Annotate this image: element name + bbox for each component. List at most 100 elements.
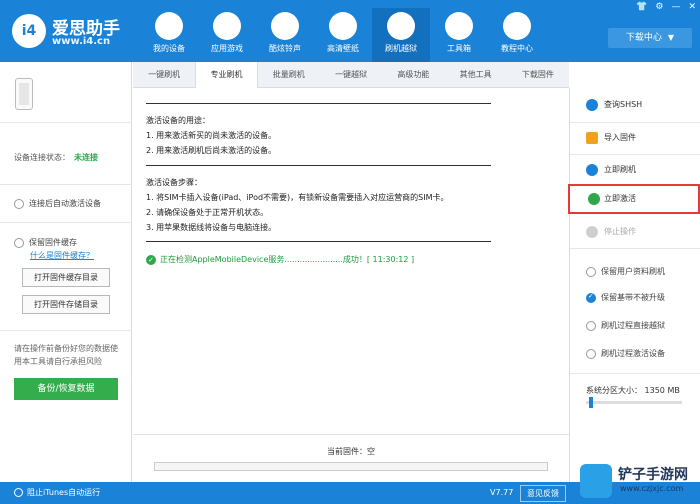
- main-nav: 我的设备 应用游戏 酷炫铃声 高清壁纸 刷机越狱 工具箱 教程中心: [140, 8, 546, 62]
- activate-option[interactable]: 刷机过程激活设备: [586, 348, 665, 359]
- nav-flash-jailbreak[interactable]: 刷机越狱: [372, 8, 430, 62]
- open-storage-dir-button[interactable]: 打开固件存储目录: [22, 295, 110, 314]
- partition-slider[interactable]: [586, 397, 682, 408]
- info-icon: [503, 12, 531, 40]
- tab-advanced[interactable]: 高级功能: [382, 62, 444, 88]
- app-store-icon: [213, 12, 241, 40]
- gear-flower-icon: [329, 12, 357, 40]
- step-line: 3. 用苹果数据线将设备与电脑连接。: [146, 223, 277, 232]
- site-watermark: 铲子手游网 www.czjxjc.com: [580, 458, 698, 502]
- action-label: 立即刷机: [604, 165, 636, 174]
- left-panel: 设备连接状态： 未连接 连接后自动激活设备 保留固件缓存 什么是固件缓存？ 打开固…: [0, 62, 132, 482]
- app-header: i4 爱思助手 www.i4.cn 我的设备 应用游戏 酷炫铃声 高清壁纸 刷机…: [0, 0, 700, 62]
- action-label: 立即激活: [604, 194, 636, 203]
- radio-button[interactable]: [14, 198, 24, 209]
- query-shsh-button[interactable]: 查询SHSH: [570, 90, 700, 120]
- option-label: 阻止iTunes自动运行: [27, 488, 101, 497]
- watermark-title: 铲子手游网: [618, 467, 688, 483]
- step-line: 1. 将SIM卡插入设备(iPad、iPod不需要)，有锁新设备需要插入对应运营…: [146, 193, 449, 202]
- nav-wallpapers[interactable]: 高清壁纸: [314, 8, 372, 62]
- divider: [146, 241, 491, 242]
- tab-batch-flash[interactable]: 批量刷机: [258, 62, 320, 88]
- tab-bar: 一键刷机 专业刷机 批量刷机 一键越狱 高级功能 其他工具 下载固件: [133, 62, 569, 89]
- what-is-cache-link[interactable]: 什么是固件缓存？: [30, 250, 94, 261]
- divider: [0, 184, 132, 185]
- log-panel: 激活设备的用途： 1. 用来激活新买的尚未激活的设备。 2. 用来激活刷机后尚未…: [133, 88, 569, 482]
- keep-firmware-option[interactable]: 保留固件缓存: [14, 237, 77, 248]
- minimize-icon[interactable]: —: [671, 2, 680, 12]
- tab-one-click-jailbreak[interactable]: 一键越狱: [320, 62, 382, 88]
- connection-status: 设备连接状态： 未连接: [14, 152, 98, 163]
- download-center-label: 下载中心: [625, 33, 662, 43]
- nav-ringtones[interactable]: 酷炫铃声: [256, 8, 314, 62]
- purpose-line: 1. 用来激活新买的尚未激活的设备。: [146, 131, 277, 140]
- status-label: 设备连接状态：: [14, 153, 70, 162]
- option-label: 保留固件缓存: [29, 238, 77, 247]
- app-logo: i4 爱思助手 www.i4.cn: [12, 12, 142, 52]
- option-label: 刷机过程激活设备: [601, 349, 665, 358]
- nav-my-device[interactable]: 我的设备: [140, 8, 198, 62]
- watermark-url: www.czjxjc.com: [620, 484, 684, 493]
- keep-baseband-option[interactable]: 保留基带不被升级: [586, 292, 665, 303]
- right-panel: 查询SHSH 导入固件 立即刷机 立即激活 停止操作 保留用户资料刷机 保留基带…: [568, 88, 700, 482]
- action-label: 停止操作: [604, 227, 636, 236]
- nav-label: 工具箱: [447, 44, 471, 53]
- action-label: 导入固件: [604, 133, 636, 142]
- step-line: 2. 请确保设备处于正常开机状态。: [146, 208, 269, 217]
- search-icon: [586, 99, 598, 111]
- nav-label: 酷炫铃声: [269, 44, 301, 53]
- radio-button[interactable]: [14, 237, 24, 248]
- radio-button-checked[interactable]: [586, 292, 596, 303]
- feedback-button[interactable]: 意见反馈: [520, 485, 566, 502]
- auto-activate-option[interactable]: 连接后自动激活设备: [14, 198, 101, 209]
- nav-toolbox[interactable]: 工具箱: [430, 8, 488, 62]
- divider: [0, 122, 132, 123]
- tab-download-firmware[interactable]: 下载固件: [507, 62, 569, 88]
- steps-title: 激活设备步骤：: [146, 178, 202, 187]
- detect-text: 正在检测AppleMobileDevice服务.................…: [160, 255, 415, 264]
- divider: [570, 373, 700, 374]
- brand-url: www.i4.cn: [52, 36, 111, 47]
- radio-button[interactable]: [586, 266, 596, 277]
- tab-pro-flash[interactable]: 专业刷机: [195, 62, 258, 89]
- purpose-line: 2. 用来激活刷机后尚未激活的设备。: [146, 146, 277, 155]
- nav-label: 我的设备: [153, 44, 185, 53]
- tools-icon: [445, 12, 473, 40]
- settings-icon[interactable]: ⚙: [655, 2, 663, 12]
- keep-user-data-option[interactable]: 保留用户资料刷机: [586, 266, 665, 277]
- tab-one-click-flash[interactable]: 一键刷机: [133, 62, 195, 88]
- detect-status: ✓ 正在检测AppleMobileDevice服务................…: [146, 254, 414, 265]
- slider-handle[interactable]: [589, 397, 593, 408]
- radio-button[interactable]: [14, 488, 23, 497]
- close-icon[interactable]: ✕: [688, 2, 696, 12]
- divider: [0, 330, 132, 331]
- skin-icon[interactable]: 👕: [636, 2, 647, 12]
- partition-size: 系统分区大小： 1350 MB: [586, 386, 680, 395]
- nav-apps-games[interactable]: 应用游戏: [198, 8, 256, 62]
- open-cache-dir-button[interactable]: 打开固件缓存目录: [22, 268, 110, 287]
- i4-logo-icon: i4: [12, 14, 46, 48]
- stop-button[interactable]: 停止操作: [570, 217, 700, 247]
- jailbreak-option[interactable]: 刷机过程直接越狱: [586, 320, 665, 331]
- bell-icon: [271, 12, 299, 40]
- stop-icon: [586, 226, 598, 238]
- action-label: 查询SHSH: [604, 100, 643, 109]
- option-label: 保留用户资料刷机: [601, 267, 665, 276]
- progress-bar: [154, 462, 548, 471]
- tab-other-tools[interactable]: 其他工具: [444, 62, 506, 88]
- block-itunes-option[interactable]: 阻止iTunes自动运行: [14, 487, 100, 498]
- radio-button[interactable]: [586, 348, 596, 359]
- backup-restore-button[interactable]: 备份/恢复数据: [14, 378, 118, 400]
- globe-icon: [588, 193, 600, 205]
- flash-icon: [586, 164, 598, 176]
- import-firmware-button[interactable]: 导入固件: [570, 123, 700, 153]
- backup-warning: 请在操作前备份好您的数据使用本工具请自行承担风险: [14, 344, 118, 366]
- flash-now-button[interactable]: 立即刷机: [570, 155, 700, 185]
- download-center-button[interactable]: 下载中心 ▼: [608, 28, 692, 48]
- nav-tutorials[interactable]: 教程中心: [488, 8, 546, 62]
- current-firmware: 当前固件：空: [327, 447, 375, 456]
- divider: [146, 165, 491, 166]
- check-icon: ✓: [146, 254, 156, 265]
- radio-button[interactable]: [586, 320, 596, 331]
- activate-now-button[interactable]: 立即激活: [568, 184, 700, 214]
